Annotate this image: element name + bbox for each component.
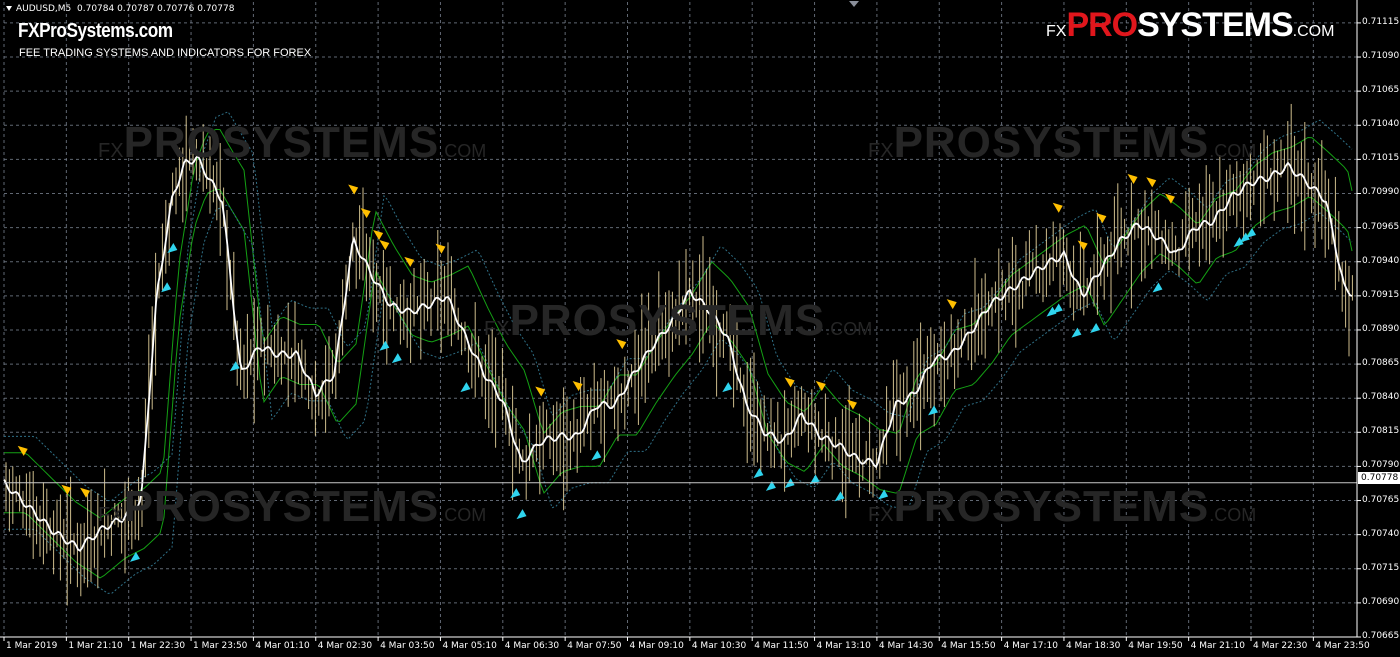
buy-arrow-icon [1233,237,1244,248]
sell-arrow-icon [846,399,857,410]
sell-arrow-icon [1146,177,1157,188]
x-tick-label: 4 Mar 07:50 [567,641,622,651]
x-tick-label: 4 Mar 06:30 [504,641,560,651]
y-tick-label: 0.71040 [1362,119,1400,130]
sell-arrow-icon [1077,240,1088,251]
x-tick-label: 4 Mar 01:10 [255,641,310,651]
x-tick-label: 4 Mar 11:50 [754,641,809,651]
x-tick-label: 4 Mar 15:50 [941,641,996,651]
x-tick-label: 1 Mar 21:10 [68,641,123,651]
buy-arrow-icon [753,468,764,479]
y-tick-label: 0.71015 [1362,153,1400,164]
buy-arrow-icon [1071,327,1082,338]
watermark: FXPROSYSTEMS.COM [98,118,487,167]
x-tick-label: 1 Mar 23:50 [193,641,248,651]
buy-arrow-icon [510,488,521,499]
buy-arrow-icon [1052,303,1063,314]
x-tick-label: 1 Mar 2019 [6,641,58,651]
y-tick-label: 0.71115 [1362,16,1400,27]
y-tick-label: 0.70840 [1362,392,1400,403]
buy-arrow-icon [834,491,845,502]
chart-shift-marker[interactable] [849,1,859,7]
sell-arrow-icon [1052,202,1063,213]
symbol-label: AUDUSD,M5 [16,4,72,14]
sell-arrow-icon [572,381,583,392]
y-tick-label: 0.71090 [1362,51,1400,62]
x-tick-label: 4 Mar 10:30 [691,641,747,651]
y-tick-label: 0.70690 [1362,596,1400,607]
buy-arrow-icon [591,450,602,461]
buy-arrow-icon [1152,282,1163,293]
sell-arrow-icon [946,299,957,310]
sell-arrow-icon [435,243,446,254]
x-tick-label: 1 Mar 22:30 [130,641,186,651]
x-tick-label: 4 Mar 09:10 [629,641,684,651]
buy-arrow-icon [229,361,240,372]
x-tick-label: 4 Mar 19:50 [1128,641,1183,651]
current-price-label: 0.70778 [1358,472,1400,484]
dropdown-triangle-icon[interactable] [6,6,12,11]
sell-arrow-icon [1164,193,1175,204]
x-tick-label: 4 Mar 02:30 [317,641,373,651]
x-tick-label: 4 Mar 14:30 [878,641,934,651]
buy-arrow-icon [1090,323,1101,334]
x-tick-label: 4 Mar 13:10 [816,641,871,651]
x-tick-label: 4 Mar 05:10 [442,641,497,651]
buy-arrow-icon [391,353,402,364]
y-tick-label: 0.70965 [1362,221,1400,232]
watermark: FXPROSYSTEMS.COM [484,296,873,345]
buy-arrow-icon [722,382,733,393]
buy-arrow-icon [1246,227,1257,238]
watermark: FXPROSYSTEMS.COM [98,482,487,531]
buy-arrow-icon [928,405,939,416]
sell-arrow-icon [1127,174,1138,185]
y-tick-label: 0.70715 [1362,562,1400,573]
y-tick-label: 0.70740 [1362,528,1400,539]
chart-symbol-header[interactable]: AUDUSD,M5 0.70784 0.70787 0.70776 0.7077… [6,4,234,14]
buy-arrow-icon [460,382,471,393]
y-tick-label: 0.70990 [1362,187,1400,198]
sell-arrow-icon [379,239,390,250]
site-subtitle: FEE TRADING SYSTEMS AND INDICATORS FOR F… [19,47,312,59]
sell-arrow-icon [360,208,371,219]
y-tick-label: 0.70915 [1362,289,1400,300]
sell-arrow-icon [80,487,91,498]
y-tick-label: 0.70940 [1362,255,1400,266]
x-tick-label: 4 Mar 18:30 [1065,641,1121,651]
y-tick-label: 0.70790 [1362,460,1400,471]
y-tick-label: 0.70815 [1362,426,1400,437]
x-tick-label: 4 Mar 22:30 [1253,641,1308,651]
y-tick-label: 0.70665 [1362,631,1400,641]
sell-arrow-icon [535,386,546,397]
x-tick-label: 4 Mar 17:10 [1003,641,1058,651]
y-tick-label: 0.70890 [1362,323,1400,334]
sell-arrow-icon [784,377,795,388]
buy-arrow-icon [516,509,527,520]
x-tick-label: 4 Mar 03:50 [380,641,435,651]
brand-logo: FXPROSYSTEMS.COM [1046,6,1335,44]
site-title: FXProSystems.com [18,20,173,42]
y-tick-label: 0.70865 [1362,358,1400,369]
x-tick-label: 4 Mar 21:10 [1190,641,1246,651]
buy-arrow-icon [379,340,390,351]
watermark: FXPROSYSTEMS.COM [868,482,1257,531]
watermark: FXPROSYSTEMS.COM [868,118,1257,167]
y-tick-label: 0.70765 [1362,494,1400,505]
ohlc-quotes: 0.70784 0.70787 0.70776 0.70778 [77,4,235,14]
y-tick-label: 0.71065 [1362,85,1400,96]
x-tick-label: 4 Mar 23:50 [1315,641,1370,651]
